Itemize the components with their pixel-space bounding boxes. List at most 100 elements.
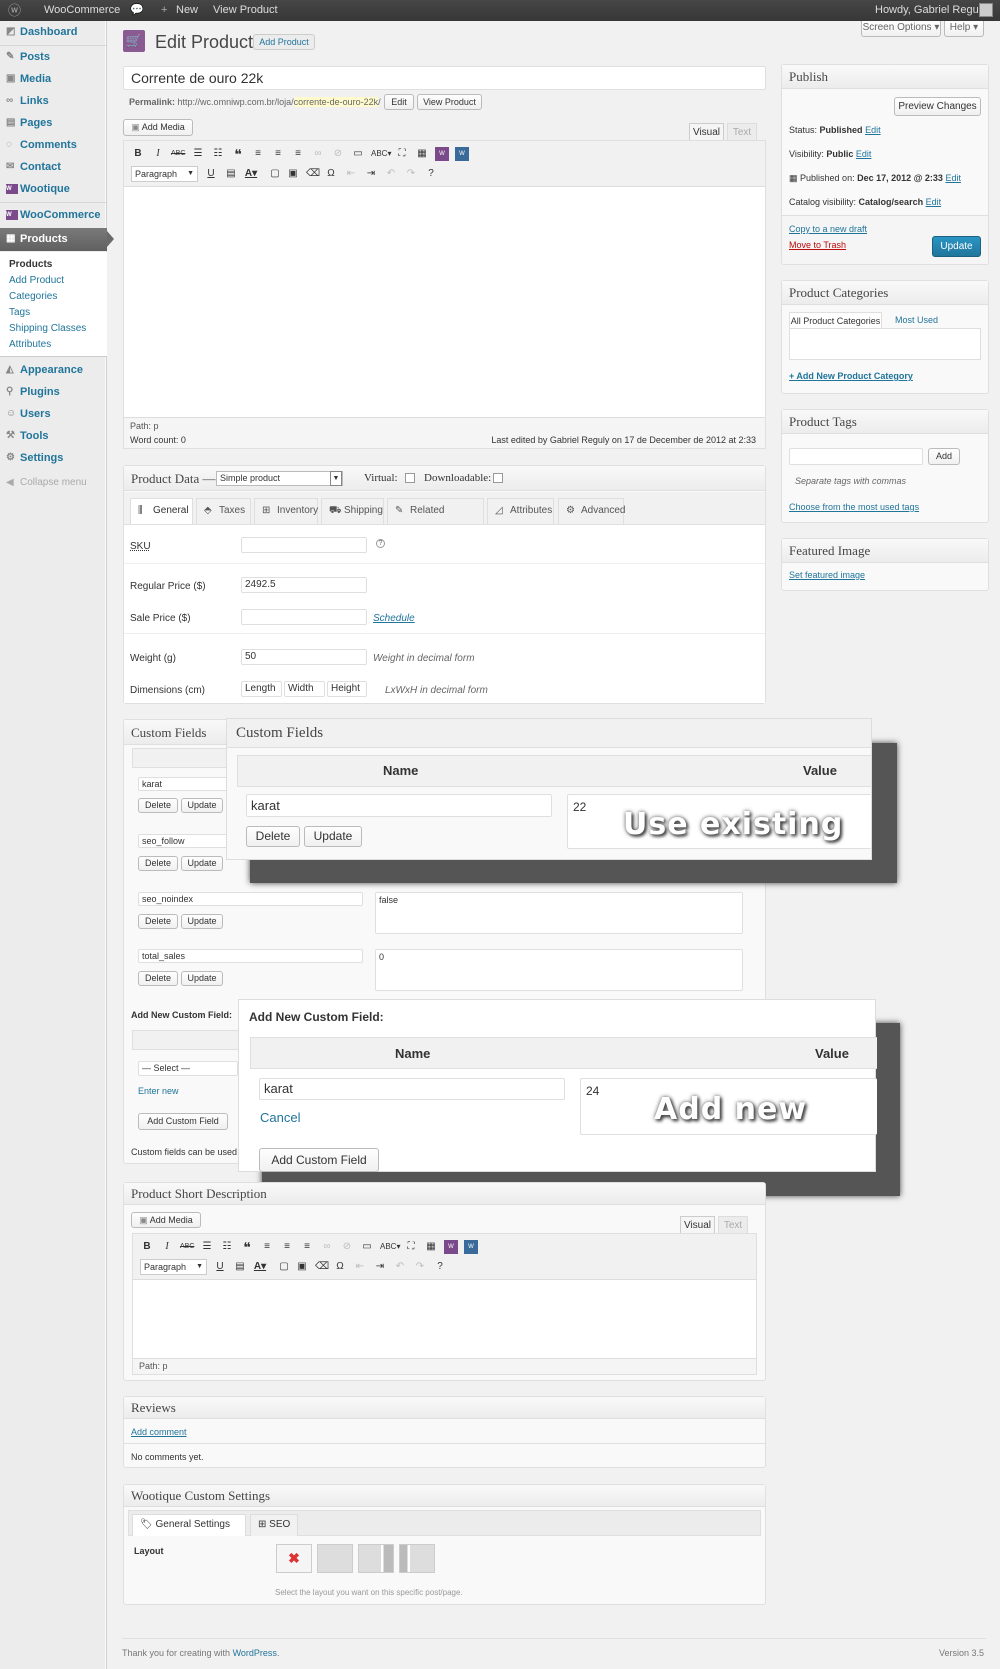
move-to-trash-link[interactable]: Move to Trash xyxy=(789,240,846,250)
undo-icon[interactable]: ↶ xyxy=(393,1260,407,1274)
menu-wootique[interactable]: W Wootique xyxy=(0,179,107,199)
tab-visual[interactable]: Visual xyxy=(689,123,724,141)
numbered-list-icon[interactable]: ☷ xyxy=(220,1240,234,1254)
submenu-shipping-classes[interactable]: Shipping Classes xyxy=(9,323,86,334)
layout-full-option[interactable] xyxy=(317,1544,353,1573)
clear-format-icon[interactable]: ⌫ xyxy=(315,1260,329,1274)
custom-field-key-input[interactable]: seo_noindex xyxy=(138,892,363,906)
bold-icon[interactable]: B xyxy=(140,1240,154,1254)
tab-most-used[interactable]: Most Used xyxy=(895,315,938,325)
align-left-icon[interactable]: ≡ xyxy=(260,1240,274,1254)
wordpress-logo-icon[interactable]: ⓦ xyxy=(8,0,21,21)
categories-list[interactable] xyxy=(789,328,981,360)
overlay-add-custom-field-button[interactable]: Add Custom Field xyxy=(259,1148,379,1172)
unlink-icon[interactable]: ⊘ xyxy=(340,1240,354,1254)
menu-contact[interactable]: ✉ Contact xyxy=(0,157,107,177)
paste-word-icon[interactable]: ▣ xyxy=(286,167,300,181)
strikethrough-icon[interactable]: ABC xyxy=(171,147,185,161)
italic-icon[interactable]: I xyxy=(160,1240,174,1254)
menu-dashboard[interactable]: ◩ Dashboard xyxy=(0,22,107,42)
kitchen-sink-icon[interactable]: ▦ xyxy=(424,1240,438,1254)
regular-price-input[interactable]: 2492.5 xyxy=(241,577,367,593)
help-icon[interactable]: ? xyxy=(424,167,438,181)
underline-icon[interactable]: U xyxy=(213,1260,227,1274)
post-title-input[interactable]: Corrente de ouro 22k xyxy=(123,66,766,90)
align-center-icon[interactable]: ≡ xyxy=(280,1240,294,1254)
spellcheck-icon[interactable]: ABC▾ xyxy=(380,1240,400,1254)
redo-icon[interactable]: ↷ xyxy=(413,1260,427,1274)
submenu-add-product[interactable]: Add Product xyxy=(9,275,64,286)
menu-products[interactable]: ▦ Products xyxy=(0,228,107,251)
format-select[interactable]: Paragraph ▼ xyxy=(140,1259,207,1275)
view-product-link[interactable]: View Product xyxy=(213,0,278,21)
help-icon[interactable]: ? xyxy=(433,1260,447,1274)
paste-text-icon[interactable]: ▢ xyxy=(277,1260,291,1274)
sku-input[interactable] xyxy=(241,537,367,553)
update-button[interactable]: Update xyxy=(181,914,223,929)
tag-input[interactable] xyxy=(789,448,923,465)
paste-word-icon[interactable]: ▣ xyxy=(295,1260,309,1274)
italic-icon[interactable]: I xyxy=(151,147,165,161)
menu-comments[interactable]: ◌ Comments xyxy=(0,135,107,155)
text-color-icon[interactable]: A▾ xyxy=(253,1260,267,1274)
overlay-delete-button[interactable]: Delete xyxy=(246,826,300,847)
short-description-editor[interactable]: B I ABC ☰ ☷ ❝ ≡ ≡ ≡ ∞ ⊘ ▭ ABC▾ ⛶ ▦ W W P… xyxy=(132,1233,757,1375)
delete-button[interactable]: Delete xyxy=(138,914,178,929)
help-button[interactable]: Help ▾ xyxy=(944,21,984,37)
more-tag-icon[interactable]: ▭ xyxy=(351,147,365,161)
edit-catalog-link[interactable]: Edit xyxy=(926,197,942,207)
delete-button[interactable]: Delete xyxy=(138,798,178,813)
custom-field-select[interactable]: — Select — xyxy=(138,1061,238,1076)
custom-field-value-textarea[interactable]: 0 xyxy=(375,949,743,991)
underline-icon[interactable]: U xyxy=(204,167,218,181)
outdent-icon[interactable]: ⇤ xyxy=(344,167,358,181)
tab-advanced[interactable]: ⚙ Advanced xyxy=(558,498,625,524)
tab-related-products[interactable]: ✎Related Products xyxy=(387,498,484,540)
fullscreen-icon[interactable]: ⛶ xyxy=(395,147,409,161)
choose-tags-link[interactable]: Choose from the most used tags xyxy=(789,502,919,512)
downloadable-checkbox[interactable] xyxy=(493,473,503,483)
blockquote-icon[interactable]: ❝ xyxy=(231,147,245,161)
link-icon[interactable]: ∞ xyxy=(320,1240,334,1254)
spellcheck-icon[interactable]: ABC▾ xyxy=(371,147,391,161)
wootique-shortcode-icon[interactable]: W xyxy=(455,147,469,161)
special-char-icon[interactable]: Ω xyxy=(324,167,338,181)
short-add-media-button[interactable]: ▣ Add Media xyxy=(131,1212,201,1228)
tab-general[interactable]: ⫼ General xyxy=(130,498,193,524)
permalink-slug[interactable]: corrente-de-ouro-22k xyxy=(293,97,379,107)
outdent-icon[interactable]: ⇤ xyxy=(353,1260,367,1274)
collapse-menu-button[interactable]: ◀ Collapse menu xyxy=(0,473,107,493)
indent-icon[interactable]: ⇥ xyxy=(364,167,378,181)
menu-posts[interactable]: ✎ Posts xyxy=(0,47,107,67)
tab-all-categories[interactable]: All Product Categories xyxy=(789,312,882,329)
menu-settings[interactable]: ⚙ Settings xyxy=(0,448,107,468)
add-tag-button[interactable]: Add xyxy=(928,448,960,465)
submenu-attributes[interactable]: Attributes xyxy=(9,339,51,350)
content-editor[interactable]: B I ABC ☰ ☷ ❝ ≡ ≡ ≡ ∞ ⊘ ▭ ABC▾ ⛶ ▦ W W P… xyxy=(123,140,766,449)
justify-icon[interactable]: ▤ xyxy=(224,167,238,181)
wootique-shortcode-icon[interactable]: W xyxy=(464,1240,478,1254)
blockquote-icon[interactable]: ❝ xyxy=(240,1240,254,1254)
add-media-button[interactable]: ▣ Add Media xyxy=(123,119,193,136)
layout-right-sidebar-option[interactable] xyxy=(358,1544,394,1573)
short-tab-text[interactable]: Text xyxy=(718,1216,748,1234)
update-button[interactable]: Update xyxy=(181,798,223,813)
redo-icon[interactable]: ↷ xyxy=(404,167,418,181)
format-select[interactable]: Paragraph ▼ xyxy=(131,166,198,182)
submenu-products[interactable]: Products xyxy=(9,259,52,270)
align-right-icon[interactable]: ≡ xyxy=(291,147,305,161)
kitchen-sink-icon[interactable]: ▦ xyxy=(415,147,429,161)
copy-draft-link[interactable]: Copy to a new draft xyxy=(789,224,867,234)
update-button[interactable]: Update xyxy=(932,236,981,257)
add-category-link[interactable]: + Add New Product Category xyxy=(789,371,913,381)
tab-inventory[interactable]: ⊞ Inventory xyxy=(254,498,318,524)
delete-button[interactable]: Delete xyxy=(138,971,178,986)
unlink-icon[interactable]: ⊘ xyxy=(331,147,345,161)
enter-new-link[interactable]: Enter new xyxy=(138,1086,179,1096)
update-button[interactable]: Update xyxy=(181,971,223,986)
help-tip-icon[interactable]: ? xyxy=(376,539,385,548)
sale-price-input[interactable] xyxy=(241,609,367,625)
tab-general-settings[interactable]: 🏷 General Settings xyxy=(132,1514,246,1536)
site-name-link[interactable]: WooCommerce xyxy=(44,0,120,21)
length-input[interactable]: Length xyxy=(241,681,282,697)
